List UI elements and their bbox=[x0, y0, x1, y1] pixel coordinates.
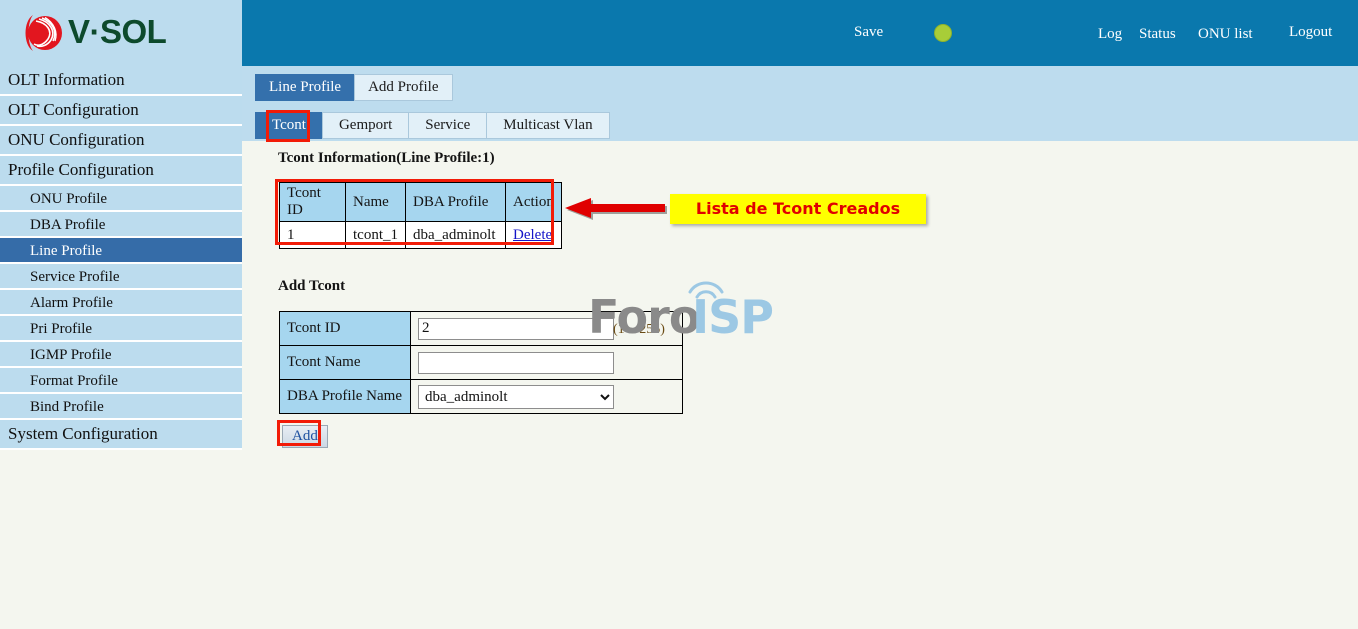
tcont-id-range-hint: (1 ~ 255) bbox=[613, 322, 665, 337]
col-tcont-id: Tcont ID bbox=[279, 182, 346, 222]
logo-panel: V·SOL bbox=[0, 0, 242, 66]
tab-band: Line Profile Add Profile Tcont Gemport Serv… bbox=[242, 66, 1358, 141]
delete-link[interactable]: Delete bbox=[513, 227, 552, 243]
tab-gemport[interactable]: Gemport bbox=[321, 112, 410, 139]
label-dba-profile-name: DBA Profile Name bbox=[279, 379, 411, 414]
header-bar: Save Log Status ONU list Logout bbox=[242, 0, 1358, 66]
sidebar-item-system-configuration[interactable]: System Configuration bbox=[0, 420, 242, 450]
field-tcont-name bbox=[410, 345, 683, 380]
sidebar-item-format-profile[interactable]: Format Profile bbox=[0, 368, 242, 394]
form-row-tcont-id: Tcont ID (1 ~ 255) bbox=[279, 311, 683, 346]
tcont-id-input[interactable] bbox=[418, 317, 614, 340]
table-header-row: Tcont ID Name DBA Profile Action bbox=[279, 182, 562, 222]
secondary-tab-row: Tcont Gemport Service Multicast Vlan bbox=[255, 112, 610, 139]
red-arrow-left-icon bbox=[565, 198, 667, 220]
sidebar-item-profile-configuration[interactable]: Profile Configuration bbox=[0, 156, 242, 186]
status-indicator-icon bbox=[934, 24, 952, 42]
table-row: 1 tcont_1 dba_adminolt Delete bbox=[279, 221, 562, 249]
vsol-swirl-icon bbox=[25, 15, 62, 51]
brand-wordmark: V·SOL bbox=[68, 13, 167, 50]
label-tcont-name: Tcont Name bbox=[279, 345, 411, 380]
dba-profile-select[interactable]: dba_adminolt bbox=[418, 384, 614, 409]
label-tcont-id: Tcont ID bbox=[279, 311, 411, 346]
sidebar-item-dba-profile[interactable]: DBA Profile bbox=[0, 212, 242, 238]
cell-name: tcont_1 bbox=[345, 221, 406, 249]
tab-line-profile[interactable]: Line Profile bbox=[255, 74, 356, 101]
logout-link[interactable]: Logout bbox=[1289, 24, 1332, 41]
add-tcont-form: Tcont ID (1 ~ 255) Tcont Name DBA Profil… bbox=[279, 311, 683, 414]
sidebar-item-onu-profile[interactable]: ONU Profile bbox=[0, 186, 242, 212]
callout-lista-de-tcont-creados: Lista de Tcont Creados bbox=[670, 194, 926, 224]
sidebar-item-onu-configuration[interactable]: ONU Configuration bbox=[0, 126, 242, 156]
add-tcont-title: Add Tcont bbox=[278, 278, 346, 294]
tab-service[interactable]: Service bbox=[408, 112, 488, 139]
onu-list-link[interactable]: ONU list bbox=[1198, 26, 1253, 43]
tab-add-profile[interactable]: Add Profile bbox=[354, 74, 453, 101]
sidebar-item-alarm-profile[interactable]: Alarm Profile bbox=[0, 290, 242, 316]
save-link[interactable]: Save bbox=[854, 24, 883, 41]
form-row-tcont-name: Tcont Name bbox=[279, 345, 683, 380]
sidebar-item-pri-profile[interactable]: Pri Profile bbox=[0, 316, 242, 342]
col-name: Name bbox=[345, 182, 406, 222]
sidebar-nav: OLT Information OLT Configuration ONU Co… bbox=[0, 66, 242, 487]
sidebar-item-bind-profile[interactable]: Bind Profile bbox=[0, 394, 242, 420]
cell-action: Delete bbox=[505, 221, 562, 249]
sidebar-item-olt-information[interactable]: OLT Information bbox=[0, 66, 242, 96]
status-link[interactable]: Status bbox=[1139, 26, 1176, 43]
sidebar-item-igmp-profile[interactable]: IGMP Profile bbox=[0, 342, 242, 368]
add-button[interactable]: Add bbox=[282, 425, 328, 448]
log-link[interactable]: Log bbox=[1098, 26, 1122, 43]
app-header: V·SOL Save Log Status ONU list Logout bbox=[0, 0, 1358, 66]
col-dba-profile: DBA Profile bbox=[405, 182, 506, 222]
sidebar-item-service-profile[interactable]: Service Profile bbox=[0, 264, 242, 290]
field-dba-profile-name: dba_adminolt bbox=[410, 379, 683, 414]
sidebar-item-olt-configuration[interactable]: OLT Configuration bbox=[0, 96, 242, 126]
col-action: Action bbox=[505, 182, 562, 222]
primary-tab-row: Line Profile Add Profile bbox=[255, 74, 453, 101]
tcont-information-title: Tcont Information(Line Profile:1) bbox=[278, 150, 495, 166]
form-row-dba-profile: DBA Profile Name dba_adminolt bbox=[279, 379, 683, 414]
tcont-name-input[interactable] bbox=[418, 351, 614, 374]
tab-multicast-vlan[interactable]: Multicast Vlan bbox=[486, 112, 610, 139]
cell-dba-profile: dba_adminolt bbox=[405, 221, 506, 249]
sidebar-item-line-profile[interactable]: Line Profile bbox=[0, 238, 242, 264]
cell-tcont-id: 1 bbox=[279, 221, 346, 249]
tcont-information-table: Tcont ID Name DBA Profile Action 1 tcont… bbox=[279, 182, 562, 249]
tab-tcont[interactable]: Tcont bbox=[255, 112, 323, 139]
field-tcont-id: (1 ~ 255) bbox=[410, 311, 683, 346]
